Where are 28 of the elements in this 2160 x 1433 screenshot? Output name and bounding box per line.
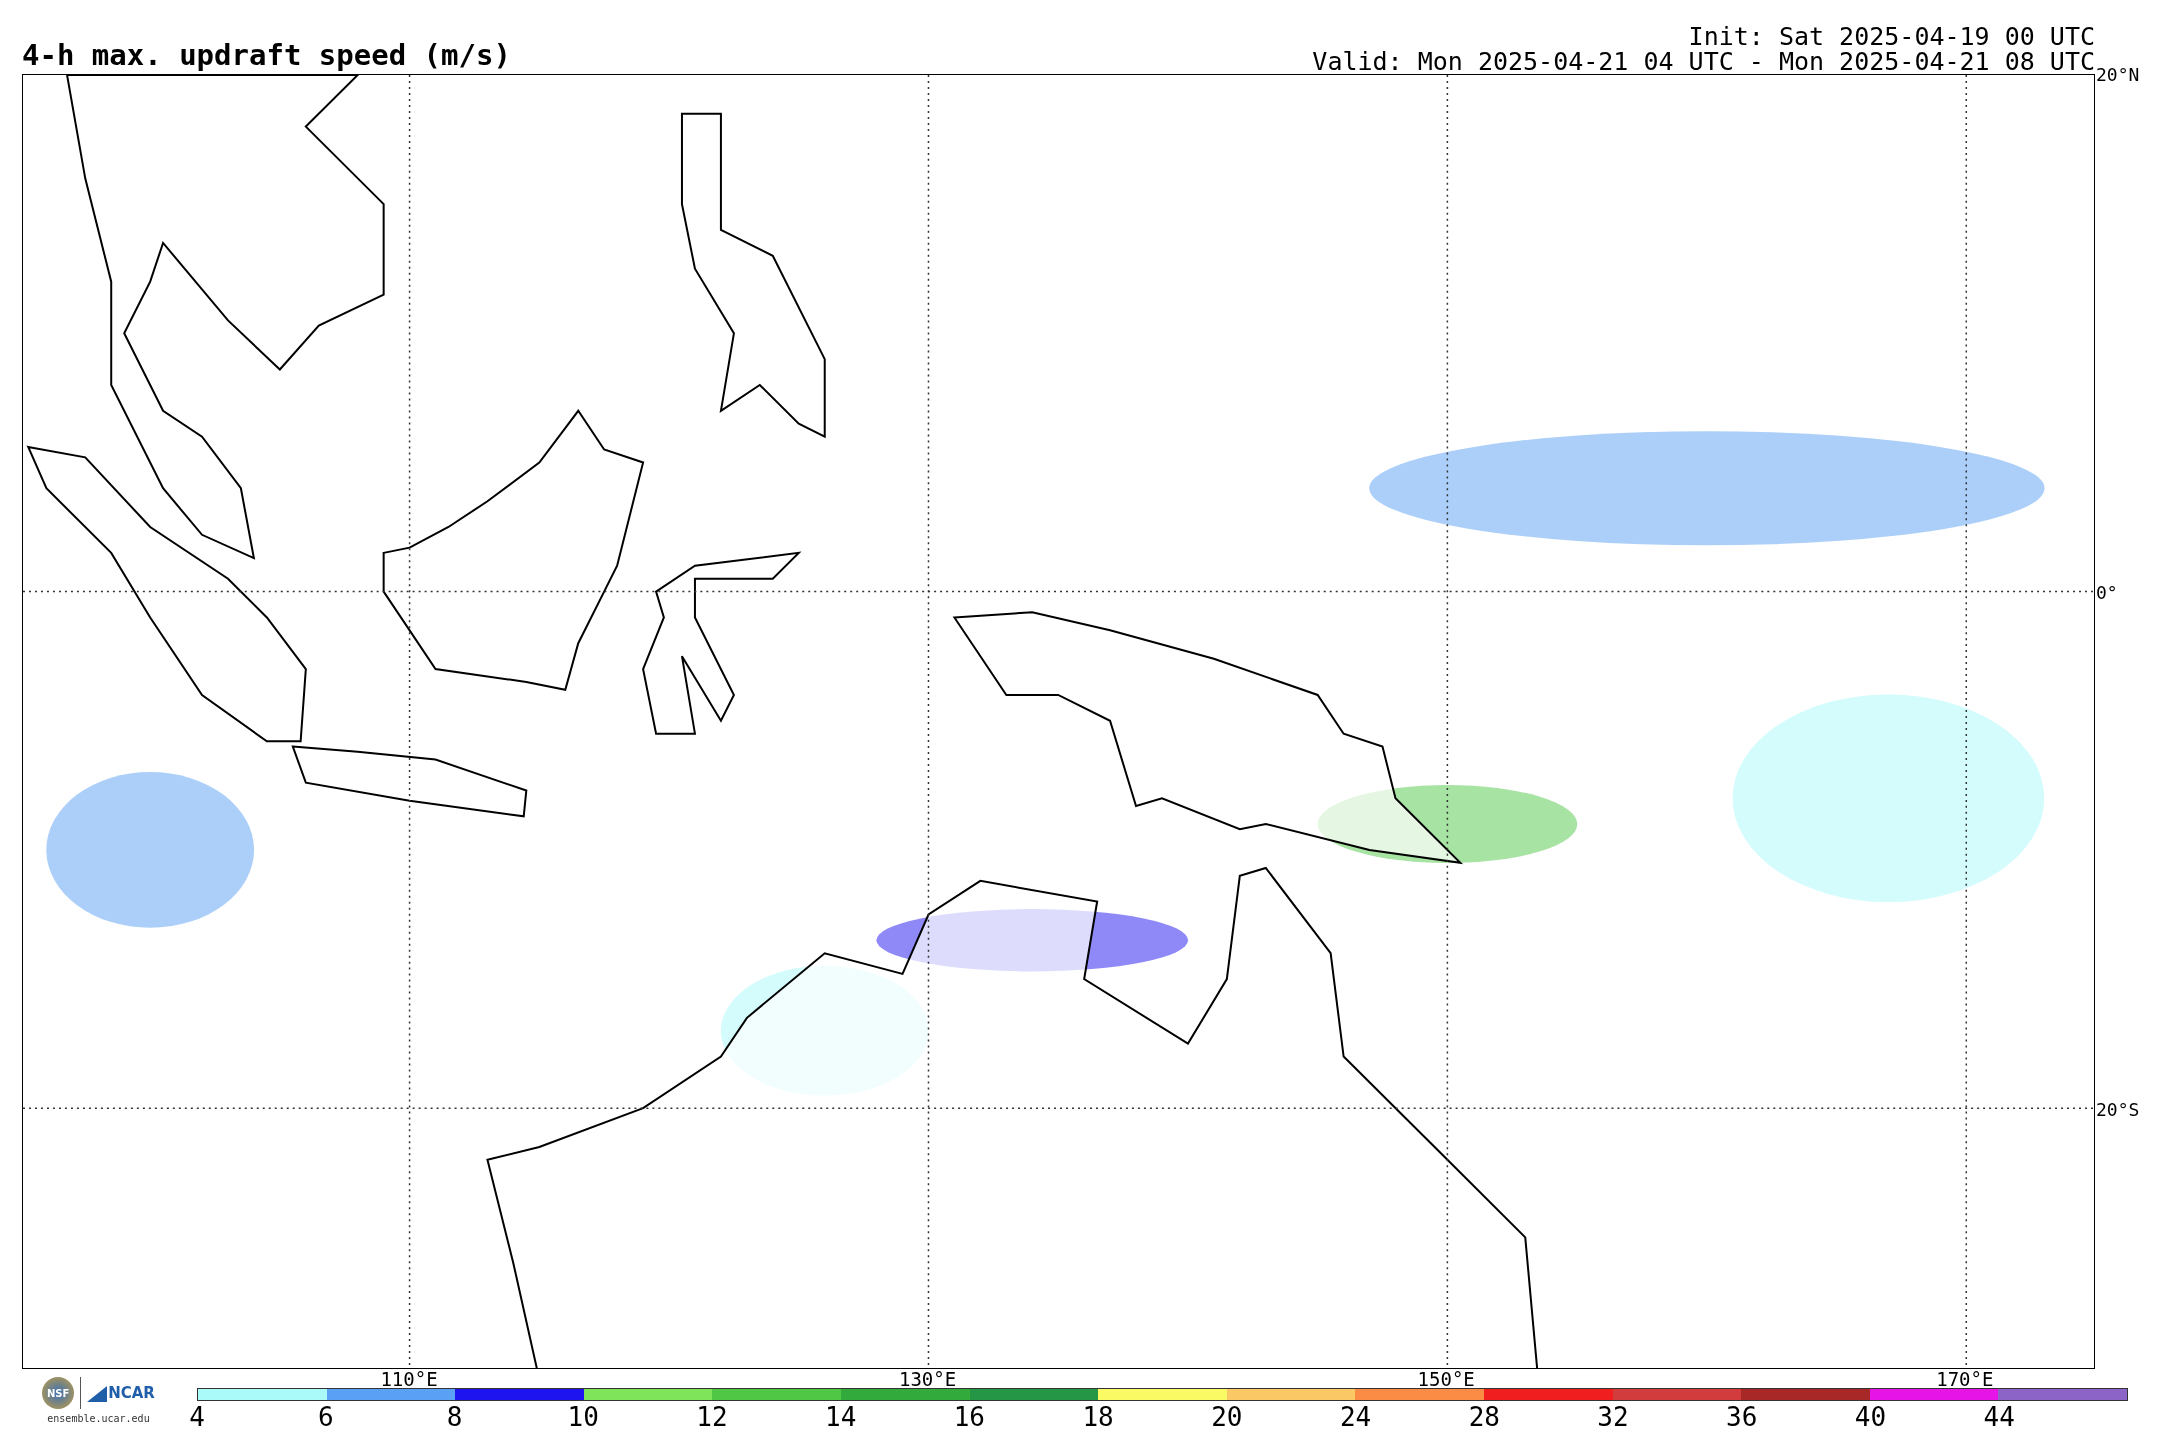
longitude-label: 110°E [380, 1369, 438, 1389]
latitude-label: 20°N [2096, 65, 2140, 85]
nsf-logo: NSF [42, 1377, 75, 1409]
scale-tick-label: 44 [1983, 1403, 2015, 1431]
scale-tick-label: 32 [1597, 1403, 1629, 1431]
scale-tick-label: 4 [189, 1403, 205, 1431]
longitude-label: 130°E [899, 1369, 957, 1389]
scale-tick-label: 6 [317, 1403, 334, 1431]
scale-tick-label: 12 [696, 1403, 728, 1431]
longitude-label: 150°E [1417, 1369, 1475, 1389]
ncar-logo: NCAR [87, 1384, 155, 1402]
chart-title: 4-h max. updraft speed (m/s) [22, 38, 511, 72]
latitude-label: 20°S [2096, 1100, 2140, 1120]
scale-tick-label: 8 [446, 1403, 463, 1431]
scale-tick-label: 16 [953, 1403, 986, 1431]
scale-tick-label: 28 [1468, 1403, 1500, 1431]
scale-tick-label: 18 [1082, 1403, 1114, 1431]
scale-tick-label: 14 [825, 1403, 857, 1431]
scale-tick-label: 36 [1726, 1403, 1758, 1431]
scale-tick-label: 20 [1211, 1403, 1243, 1431]
valid-time: Valid: Mon 2025-04-21 04 UTC - Mon 2025-04-21 08 UTC [1312, 49, 2095, 74]
longitude-label: 170°E [1936, 1369, 1994, 1389]
website-url: ensemble.ucar.edu [47, 1413, 150, 1424]
init-time: Init: Sat 2025-04-19 00 UTC [1688, 24, 2095, 49]
scale-tick-label: 40 [1854, 1403, 1887, 1431]
latitude-label: 0° [2096, 582, 2118, 603]
scale-tick-label: 24 [1339, 1403, 1372, 1431]
scale-tick-label: 10 [567, 1403, 599, 1431]
